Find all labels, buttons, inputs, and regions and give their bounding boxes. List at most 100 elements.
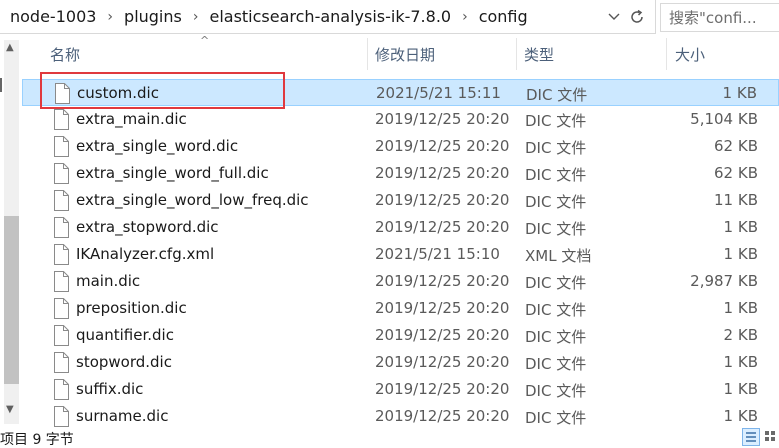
file-row[interactable]: custom.dic 2021/5/21 15:11 DIC 文件 1 KB	[22, 79, 779, 106]
file-icon	[53, 244, 69, 265]
file-row[interactable]: extra_single_word.dic 2019/12/25 20:20 D…	[22, 133, 779, 160]
search-placeholder: 搜索"confi...	[669, 9, 757, 27]
file-size: 1 KB	[723, 245, 758, 263]
breadcrumb-config[interactable]: config	[477, 7, 530, 26]
file-row[interactable]: extra_main.dic 2019/12/25 20:20 DIC 文件 5…	[22, 106, 779, 133]
file-date: 2019/12/25 20:20	[375, 137, 510, 155]
file-name: stopword.dic	[76, 353, 172, 371]
file-name: preposition.dic	[76, 299, 187, 317]
column-headers: ^ 名称 修改日期 类型 大小	[22, 34, 779, 74]
column-header-type[interactable]: 类型	[524, 34, 664, 74]
tiles-view-icon[interactable]	[762, 428, 779, 446]
file-size: 1 KB	[723, 299, 758, 317]
file-date: 2019/12/25 20:20	[375, 353, 510, 371]
column-divider[interactable]	[367, 38, 368, 70]
file-size: 1 KB	[723, 353, 758, 371]
file-icon	[53, 190, 69, 211]
nav-pane-scrollbar-thumb[interactable]	[4, 216, 19, 384]
file-type: DIC 文件	[525, 166, 587, 184]
file-icon	[53, 298, 69, 319]
address-bar[interactable]: node-1003 › plugins › elasticsearch-anal…	[0, 0, 656, 34]
column-header-date[interactable]: 修改日期	[375, 34, 515, 74]
file-name: extra_main.dic	[76, 110, 187, 128]
file-row[interactable]: IKAnalyzer.cfg.xml 2021/5/21 15:10 XML 文…	[22, 241, 779, 268]
file-date: 2019/12/25 20:20	[375, 191, 510, 209]
file-icon	[53, 352, 69, 373]
file-size: 5,104 KB	[690, 110, 758, 128]
file-date: 2019/12/25 20:20	[375, 164, 510, 182]
file-row[interactable]: quantifier.dic 2019/12/25 20:20 DIC 文件 2…	[22, 322, 779, 349]
breadcrumb-separator-icon[interactable]: ›	[184, 9, 208, 25]
file-type: DIC 文件	[526, 86, 588, 104]
file-name: extra_single_word_full.dic	[76, 164, 269, 182]
file-row[interactable]: preposition.dic 2019/12/25 20:20 DIC 文件 …	[22, 295, 779, 322]
file-type: DIC 文件	[525, 328, 587, 346]
column-header-name[interactable]: 名称	[50, 34, 370, 74]
file-list: custom.dic 2021/5/21 15:11 DIC 文件 1 KB e…	[22, 79, 779, 430]
scroll-down-icon[interactable]: ▼	[6, 404, 14, 415]
file-icon	[53, 271, 69, 292]
file-size: 11 KB	[714, 191, 758, 209]
file-type: DIC 文件	[525, 301, 587, 319]
file-icon	[53, 325, 69, 346]
breadcrumb-plugins[interactable]: plugins	[122, 7, 184, 26]
file-date: 2019/12/25 20:20	[375, 299, 510, 317]
file-size: 2 KB	[723, 326, 758, 344]
column-divider[interactable]	[666, 38, 667, 70]
file-size: 62 KB	[714, 164, 758, 182]
file-size: 1 KB	[723, 407, 758, 425]
file-type: DIC 文件	[525, 193, 587, 211]
details-view-icon[interactable]	[742, 428, 760, 446]
file-icon	[54, 83, 70, 104]
file-name: extra_stopword.dic	[76, 218, 219, 236]
file-name: extra_single_word.dic	[76, 137, 239, 155]
file-icon	[53, 163, 69, 184]
column-header-size[interactable]: 大小	[675, 34, 779, 74]
file-date: 2019/12/25 20:20	[375, 110, 510, 128]
file-icon	[53, 379, 69, 400]
file-size: 62 KB	[714, 137, 758, 155]
file-date: 2021/5/21 15:10	[375, 245, 500, 263]
status-item-count: 项目 9 字节	[0, 432, 74, 448]
file-name: suffix.dic	[76, 380, 144, 398]
scroll-up-icon[interactable]: ▲	[6, 42, 14, 53]
file-date: 2019/12/25 20:20	[375, 407, 510, 425]
breadcrumb-ik-plugin[interactable]: elasticsearch-analysis-ik-7.8.0	[207, 7, 453, 26]
file-date: 2019/12/25 20:20	[375, 218, 510, 236]
status-bar: 项目 9 字节	[0, 426, 779, 448]
file-type: DIC 文件	[525, 274, 587, 292]
breadcrumb-node-1003[interactable]: node-1003	[0, 7, 98, 26]
column-divider[interactable]	[516, 38, 517, 70]
search-input[interactable]: 搜索"confi...	[660, 3, 779, 32]
file-size: 1 KB	[723, 380, 758, 398]
file-row[interactable]: stopword.dic 2019/12/25 20:20 DIC 文件 1 K…	[22, 349, 779, 376]
chevron-down-icon[interactable]	[604, 6, 624, 28]
file-row[interactable]: extra_stopword.dic 2019/12/25 20:20 DIC …	[22, 214, 779, 241]
file-size: 2,987 KB	[690, 272, 758, 290]
file-name: main.dic	[76, 272, 141, 290]
file-date: 2019/12/25 20:20	[375, 272, 510, 290]
file-row[interactable]: main.dic 2019/12/25 20:20 DIC 文件 2,987 K…	[22, 268, 779, 295]
file-type: DIC 文件	[525, 112, 587, 130]
file-row[interactable]: extra_single_word_low_freq.dic 2019/12/2…	[22, 187, 779, 214]
file-date: 2019/12/25 20:20	[375, 380, 510, 398]
file-name: extra_single_word_low_freq.dic	[76, 191, 309, 209]
file-name: custom.dic	[77, 84, 159, 102]
file-type: DIC 文件	[525, 220, 587, 238]
file-icon	[53, 136, 69, 157]
file-date: 2021/5/21 15:11	[376, 84, 501, 102]
file-type: XML 文档	[525, 247, 592, 265]
file-size: 1 KB	[722, 84, 757, 102]
nav-pane-edge	[0, 78, 2, 92]
breadcrumb-separator-icon[interactable]: ›	[98, 9, 122, 25]
file-date: 2019/12/25 20:20	[375, 326, 510, 344]
file-type: DIC 文件	[525, 355, 587, 373]
refresh-icon[interactable]	[626, 6, 648, 28]
file-type: DIC 文件	[525, 139, 587, 157]
file-icon	[53, 406, 69, 427]
file-row[interactable]: extra_single_word_full.dic 2019/12/25 20…	[22, 160, 779, 187]
file-icon	[53, 217, 69, 238]
file-name: quantifier.dic	[76, 326, 174, 344]
file-row[interactable]: suffix.dic 2019/12/25 20:20 DIC 文件 1 KB	[22, 376, 779, 403]
breadcrumb-separator-icon[interactable]: ›	[453, 9, 477, 25]
